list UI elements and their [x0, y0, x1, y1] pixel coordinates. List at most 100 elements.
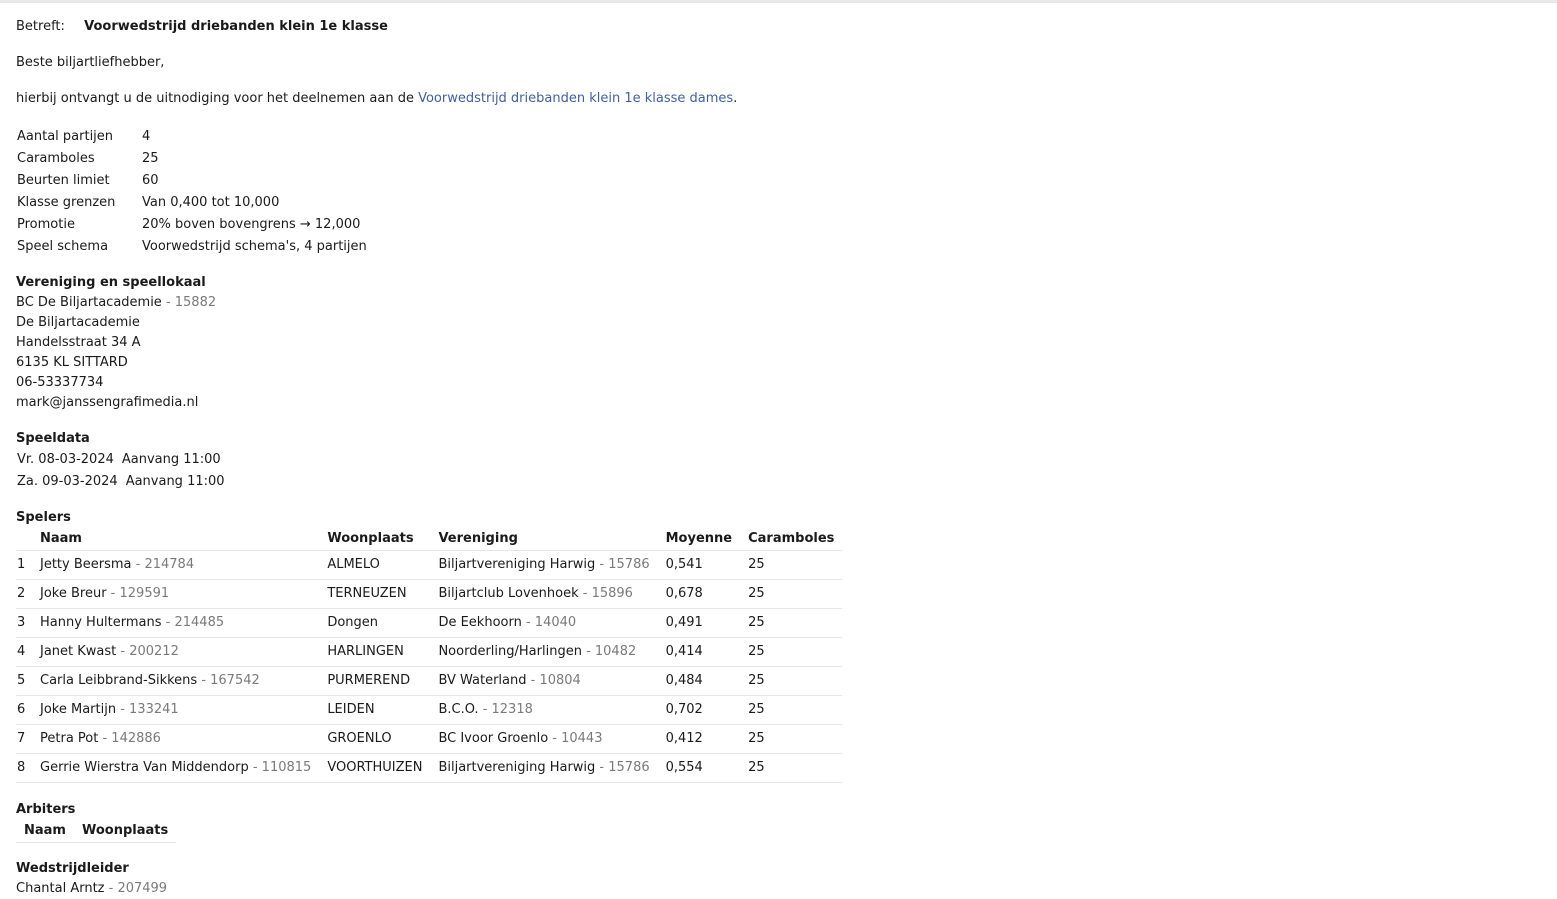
- venue-section: Vereniging en speellokaal BC De Biljarta…: [16, 273, 1516, 413]
- arbiters-heading: Arbiters: [16, 802, 76, 817]
- player-car-cell: 25: [740, 695, 843, 725]
- player-club-cell: BC Ivoor Groenlo - 10443: [430, 724, 658, 754]
- tournament-info-table: Aantal partijen 4 Caramboles 25 Beurten limi…: [16, 126, 367, 258]
- player-moyenne: 0,412: [665, 731, 703, 746]
- player-club-cell: De Eekhoorn - 14040: [430, 608, 658, 638]
- players-heading: Spelers: [16, 510, 71, 525]
- info-key: Aantal partijen: [17, 129, 114, 144]
- info-value: Van 0,400 tot 10,000: [142, 195, 280, 210]
- player-club-cell: Biljartvereniging Harwig - 15786: [430, 550, 658, 580]
- info-value: 25: [142, 151, 159, 166]
- player-nr: 1: [17, 557, 26, 572]
- player-name: Joke Breur: [40, 586, 107, 601]
- player-id: - 129591: [106, 586, 170, 601]
- col-woonplaats: Woonplaats: [319, 528, 431, 551]
- player-car-cell: 25: [740, 637, 843, 667]
- player-club-cell: BV Waterland - 10804: [430, 666, 658, 696]
- venue-street: Handelsstraat 34 A: [16, 335, 141, 350]
- table-row: 2 Joke Breur - 129591 TERNEUZEN Biljartclub…: [16, 579, 843, 609]
- info-value: Voorwedstrijd schema's, 4 partijen: [142, 239, 367, 254]
- arbiters-header-row: Naam Woonplaats: [16, 820, 177, 843]
- player-car-cell: 25: [740, 724, 843, 754]
- info-key: Klasse grenzen: [17, 195, 116, 210]
- arb-col-naam: Naam: [16, 820, 74, 843]
- date-item: Za. 09-03-2024 Aanvang 11:00: [16, 471, 1516, 493]
- table-row: 3 Hanny Hultermans - 214485 Dongen De Eekho…: [16, 608, 843, 638]
- info-key: Promotie: [17, 217, 75, 232]
- top-divider: [0, 0, 1557, 3]
- director-section: Wedstrijdleider Chantal Arntz - 207499: [16, 859, 1516, 899]
- player-nr: 4: [17, 644, 26, 659]
- player-nr-cell: 4: [16, 637, 32, 667]
- player-club-id: - 10482: [581, 644, 637, 659]
- dates-section: Speeldata Vr. 08-03-2024 Aanvang 11:00 Za…: [16, 429, 1516, 493]
- player-car-cell: 25: [740, 579, 843, 609]
- table-row: 1 Jetty Beersma - 214784 ALMELO Biljartvere…: [16, 550, 843, 580]
- player-nr: 7: [17, 731, 26, 746]
- player-name: Janet Kwast: [40, 644, 117, 659]
- player-club-id: - 15786: [595, 760, 650, 775]
- arbiters-table: Naam Woonplaats: [16, 820, 177, 843]
- venue-name: De Biljartacademie: [16, 315, 140, 330]
- player-name-cell: Joke Martijn - 133241: [32, 695, 320, 725]
- venue-club-line: BC De Biljartacademie - 15882: [16, 293, 1516, 313]
- player-name-cell: Gerrie Wierstra Van Middendorp - 110815: [32, 753, 320, 783]
- player-avg-cell: 0,541: [657, 550, 741, 580]
- player-avg-cell: 0,678: [657, 579, 741, 609]
- player-nr-cell: 3: [16, 608, 32, 638]
- player-city-cell: TERNEUZEN: [319, 579, 431, 609]
- player-moyenne: 0,702: [665, 702, 703, 717]
- player-club: De Eekhoorn: [438, 615, 522, 630]
- player-club: Noorderling/Harlingen: [438, 644, 582, 659]
- venue-email: mark@janssengrafimedia.nl: [16, 395, 199, 410]
- subject-line: Betreft: Voorwedstrijd driebanden klein …: [16, 17, 1516, 37]
- player-nr-cell: 7: [16, 724, 32, 754]
- player-name-cell: Jetty Beersma - 214784: [32, 550, 320, 580]
- player-club: BC Ivoor Groenlo: [438, 731, 549, 746]
- player-car-cell: 25: [740, 666, 843, 696]
- info-row: Caramboles 25: [16, 148, 367, 170]
- player-city: ALMELO: [327, 557, 380, 572]
- player-id: - 214784: [131, 557, 195, 572]
- player-caramboles: 25: [748, 702, 765, 717]
- player-moyenne: 0,414: [665, 644, 703, 659]
- venue-club-id: - 15882: [161, 295, 217, 310]
- tournament-link[interactable]: Voorwedstrijd driebanden klein 1e klasse…: [418, 91, 733, 106]
- intro-suffix: .: [733, 91, 738, 106]
- player-club: Biljartvereniging Harwig: [438, 557, 596, 572]
- director-id: - 207499: [104, 881, 168, 896]
- player-id: - 167542: [197, 673, 260, 688]
- player-nr-cell: 5: [16, 666, 32, 696]
- venue-phone: 06-53337734: [16, 375, 104, 390]
- info-row: Promotie 20% boven bovengrens → 12,000: [16, 214, 367, 236]
- player-car-cell: 25: [740, 753, 843, 783]
- intro-paragraph: hierbij ontvangt u de uitnodiging voor h…: [16, 89, 1516, 109]
- player-avg-cell: 0,414: [657, 637, 741, 667]
- players-section: Spelers Naam Woonplaats Vereniging Moyen…: [16, 508, 1516, 783]
- subject-label: Betreft:: [16, 19, 65, 34]
- arbiters-section: Arbiters Naam Woonplaats: [16, 800, 1516, 843]
- player-id: - 110815: [248, 760, 312, 775]
- player-avg-cell: 0,554: [657, 753, 741, 783]
- table-row: 4 Janet Kwast - 200212 HARLINGEN Noorderlin…: [16, 637, 843, 667]
- player-city-cell: ALMELO: [319, 550, 431, 580]
- player-city-cell: VOORTHUIZEN: [319, 753, 431, 783]
- player-nr: 8: [17, 760, 26, 775]
- date-value: Za. 09-03-2024: [17, 474, 118, 489]
- col-naam: Naam: [32, 528, 320, 551]
- player-nr: 5: [17, 673, 26, 688]
- player-club: B.C.O.: [438, 702, 479, 717]
- player-city: LEIDEN: [327, 702, 375, 717]
- start-time: Aanvang 11:00: [125, 474, 225, 489]
- start-time: Aanvang 11:00: [121, 452, 221, 467]
- player-car-cell: 25: [740, 608, 843, 638]
- date-value: Vr. 08-03-2024: [17, 452, 114, 467]
- player-name-cell: Hanny Hultermans - 214485: [32, 608, 320, 638]
- player-name: Jetty Beersma: [40, 557, 132, 572]
- player-caramboles: 25: [748, 644, 765, 659]
- player-caramboles: 25: [748, 586, 765, 601]
- player-car-cell: 25: [740, 550, 843, 580]
- player-moyenne: 0,541: [665, 557, 703, 572]
- player-city: TERNEUZEN: [327, 586, 407, 601]
- player-club-id: - 12318: [478, 702, 533, 717]
